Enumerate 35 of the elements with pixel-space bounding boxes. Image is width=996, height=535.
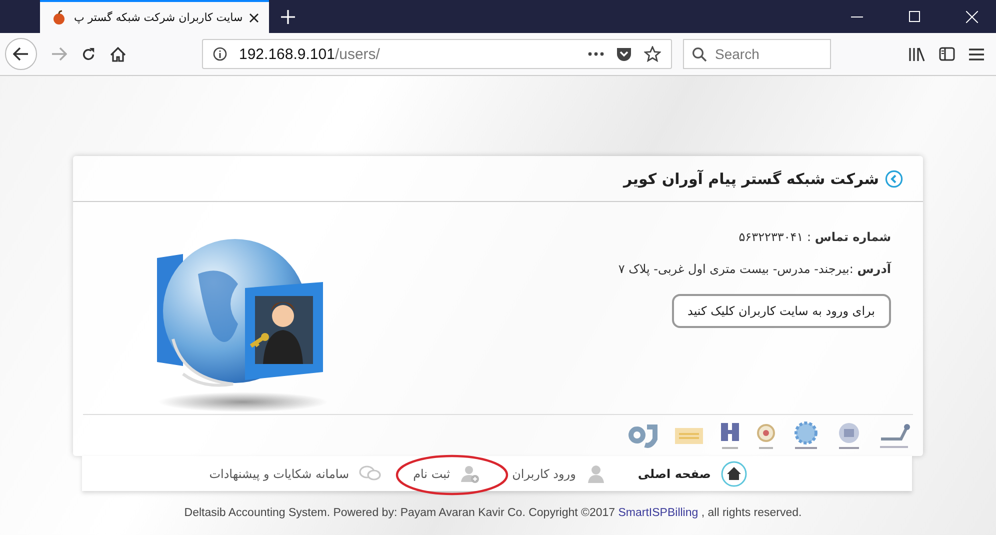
home-icon xyxy=(721,460,747,486)
info-icon[interactable] xyxy=(213,47,227,61)
nav-item[interactable]: صفحه اصلی xyxy=(638,460,747,486)
url-text: 192.168.9.101/users/ xyxy=(239,46,380,62)
bank-logo-icon xyxy=(719,420,741,451)
phone-text: شماره تماس : ۵۶۳۲۲۳۳۰۴۱ xyxy=(738,230,891,244)
browser-tab[interactable]: سایت کاربران شرکت شبکه گستر پ xyxy=(40,0,269,33)
more-icon[interactable] xyxy=(588,52,604,56)
chevron-icon[interactable] xyxy=(885,170,903,188)
company-title: شرکت شبکه گستر پیام آوران کویر xyxy=(624,170,879,188)
user-icon xyxy=(586,464,606,484)
add-user-icon xyxy=(460,464,480,484)
address-bar[interactable]: 192.168.9.101/users/ xyxy=(202,39,672,69)
reload-icon[interactable] xyxy=(81,46,96,62)
search-field[interactable]: Search xyxy=(683,39,831,69)
new-tab-icon[interactable] xyxy=(280,10,295,24)
library-icon[interactable] xyxy=(908,46,925,62)
back-button[interactable] xyxy=(5,38,37,70)
apple-icon xyxy=(52,10,66,25)
menu-icon[interactable] xyxy=(969,48,984,60)
chat-icon xyxy=(359,464,382,482)
tab-title: سایت کاربران شرکت شبکه گستر پ xyxy=(73,11,243,24)
home-icon[interactable] xyxy=(110,46,126,62)
address-text: آدرس :بیرجند- مدرس- بیست متری اول غربی- پلاک ۷ xyxy=(618,262,891,276)
back-arrow-icon xyxy=(13,47,29,61)
footer-text: Deltasib Accounting System. Powered by: Payam Avaran Kavir Co. Copyright ©2017 SmartISPBilling , all rights reserved. xyxy=(183,507,803,519)
star-icon[interactable] xyxy=(644,46,661,62)
pocket-icon[interactable] xyxy=(616,46,632,62)
maximize-icon[interactable] xyxy=(909,11,920,22)
close-icon[interactable] xyxy=(248,12,259,22)
footer-link[interactable]: SmartISPBilling xyxy=(618,507,698,519)
login-button[interactable]: برای ورود به سایت کاربران کلیک کنید xyxy=(672,294,891,328)
sidebar-icon[interactable] xyxy=(939,47,955,61)
nav-item[interactable]: ورود کاربران xyxy=(512,464,606,484)
nav-item[interactable]: سامانه شکایات و پیشنهادات xyxy=(209,464,382,482)
